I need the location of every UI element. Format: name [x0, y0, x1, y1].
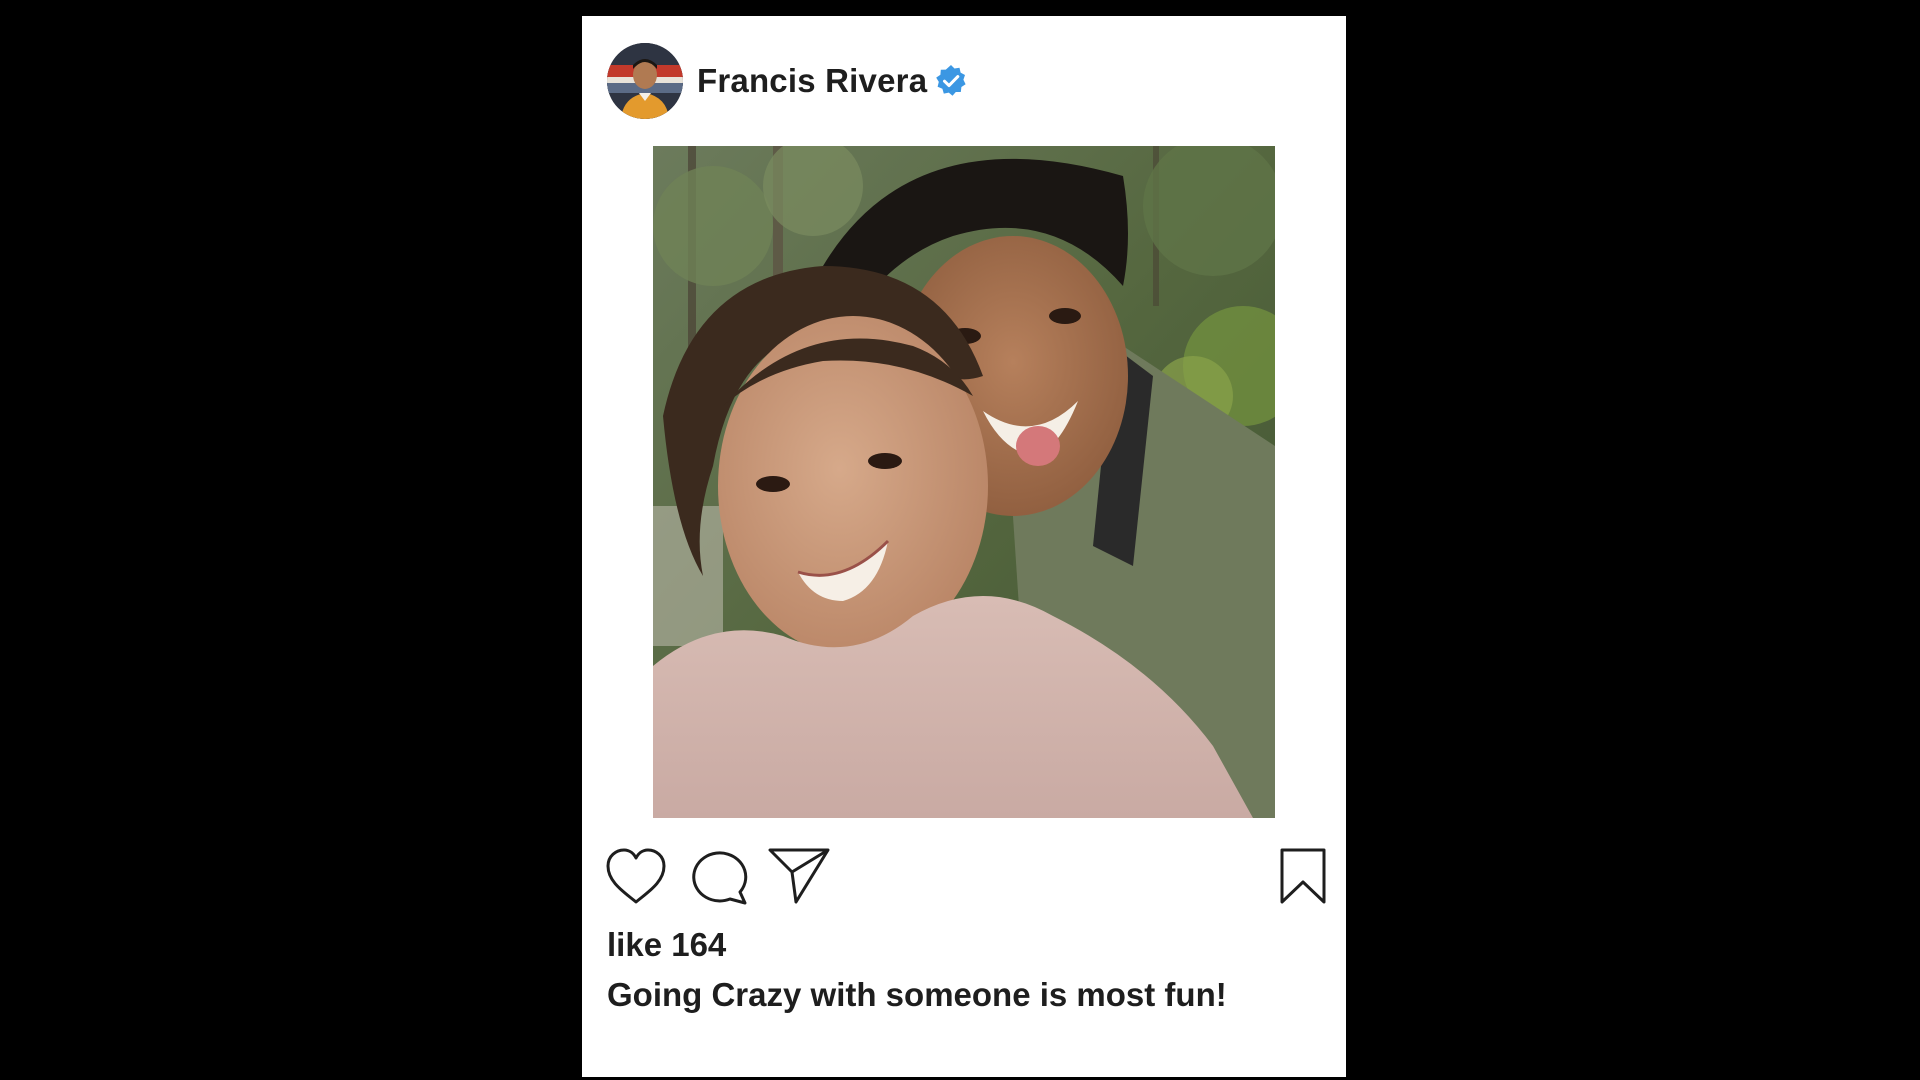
- verified-badge-icon: [934, 64, 968, 98]
- avatar[interactable]: [607, 43, 683, 119]
- video-frame: Francis Rivera like 164 Going Crazy with…: [0, 0, 1920, 1080]
- comment-bubble-icon[interactable]: [690, 846, 750, 911]
- bookmark-icon[interactable]: [1278, 846, 1328, 911]
- send-paper-plane-icon[interactable]: [766, 846, 832, 911]
- likes-count[interactable]: like 164: [607, 926, 726, 964]
- post-header: Francis Rivera: [607, 41, 968, 121]
- post-actions-bar: [604, 846, 1326, 914]
- heart-icon[interactable]: [604, 846, 668, 915]
- social-post-card: Francis Rivera like 164 Going Crazy with…: [582, 16, 1346, 1077]
- post-photo[interactable]: [653, 146, 1275, 818]
- post-caption: Going Crazy with someone is most fun!: [607, 976, 1227, 1013]
- username[interactable]: Francis Rivera: [697, 62, 927, 100]
